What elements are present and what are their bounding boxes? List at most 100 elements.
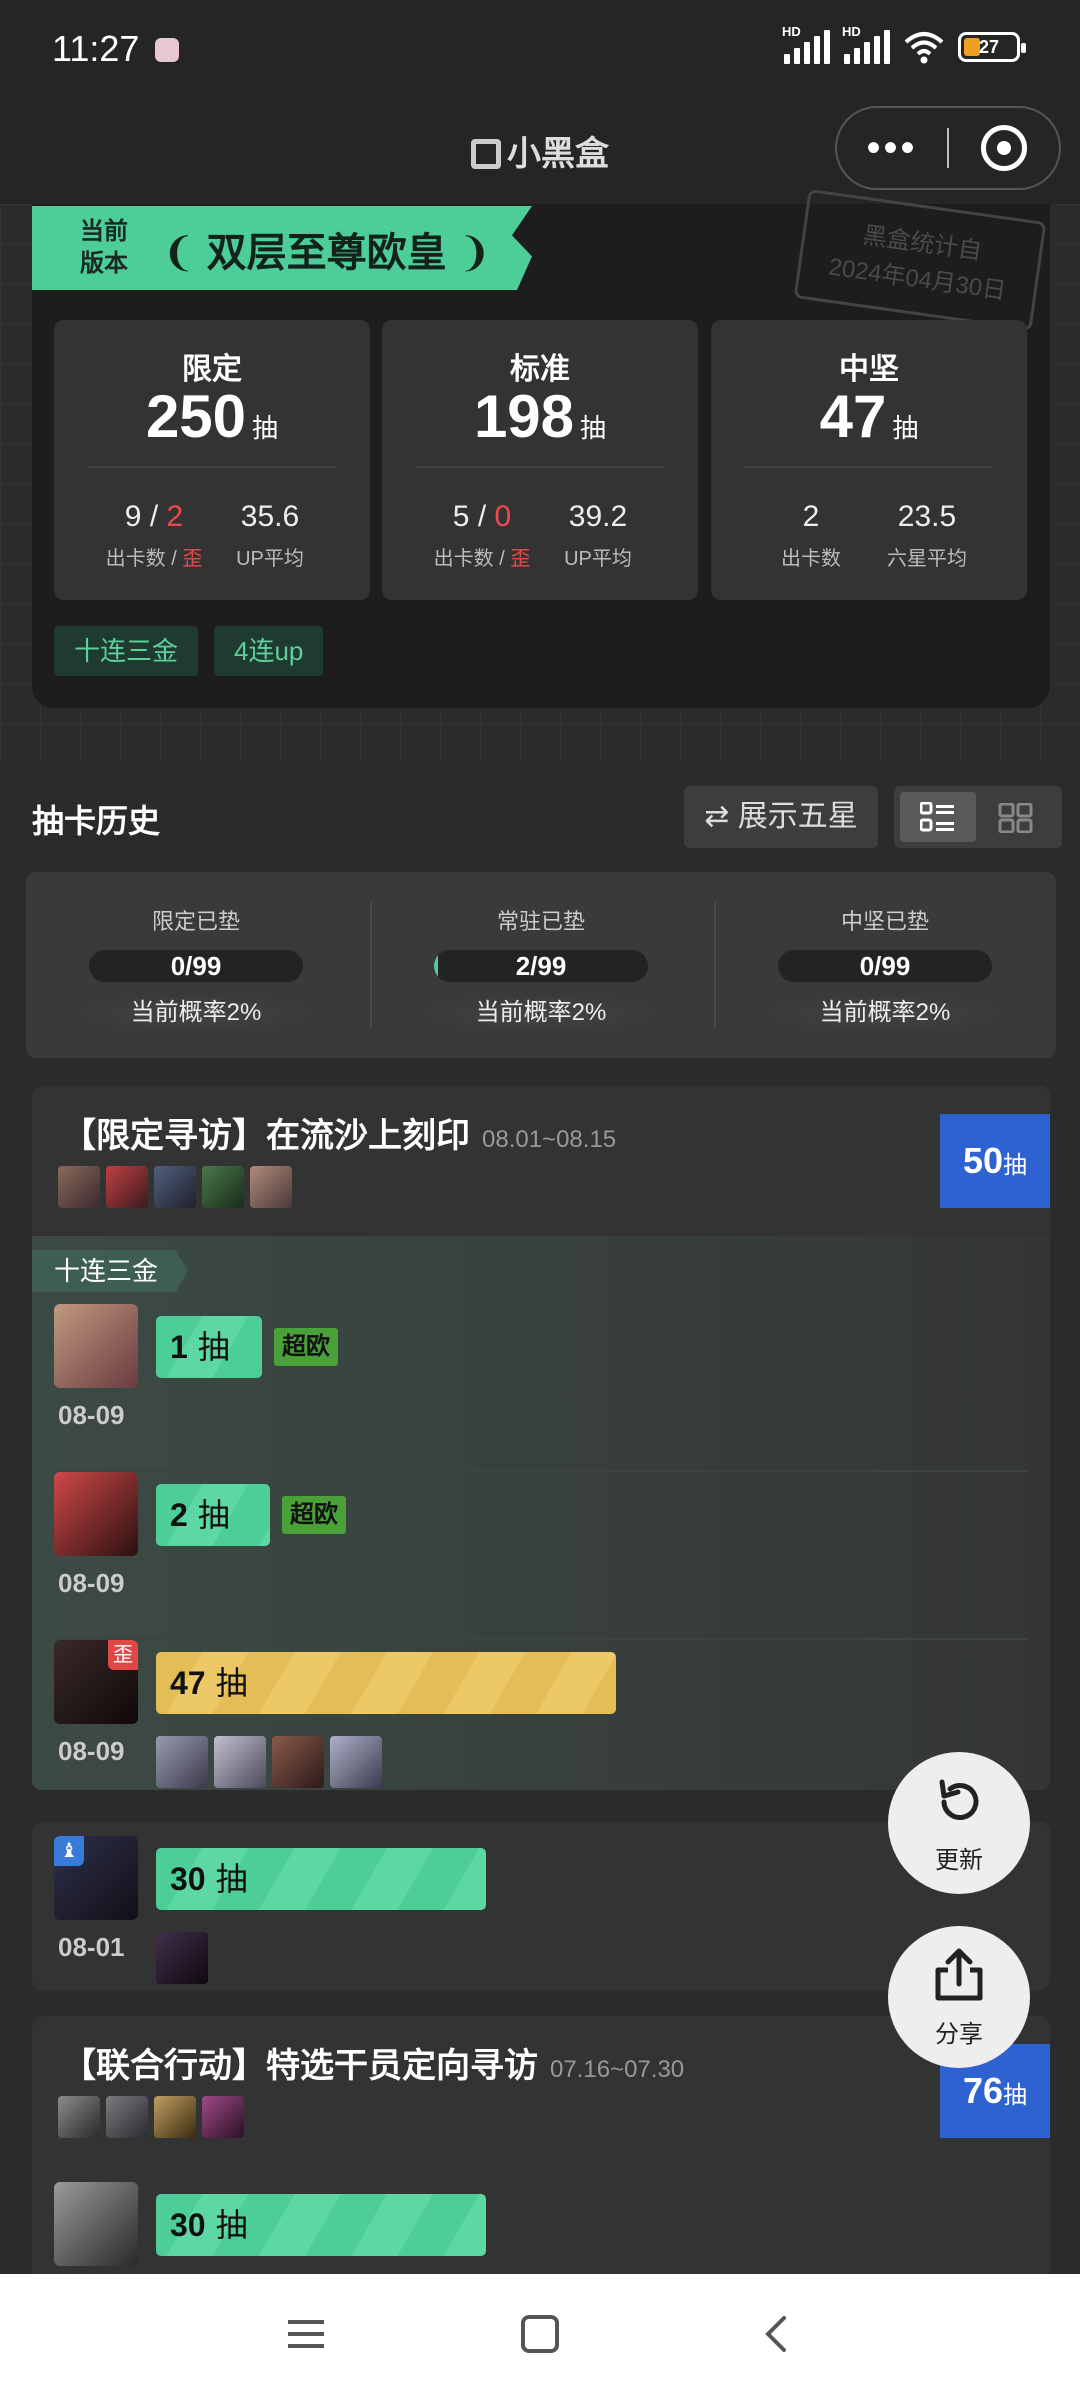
xiaoheihe-logo-icon: [471, 139, 501, 169]
pull-count: 47: [170, 1665, 206, 1701]
close-button[interactable]: [949, 125, 1059, 171]
more-button[interactable]: •••: [837, 128, 947, 168]
stat-six-star-average: 23.5 六星平均: [867, 500, 987, 571]
operator-avatar: [58, 2096, 100, 2138]
pull-row[interactable]: 30 抽: [54, 2182, 1028, 2274]
pity-probability: 当前概率2%: [765, 994, 1005, 1032]
stat-card-kernel: 中坚 47 抽 2 出卡数 23.5 六星平均: [711, 320, 1027, 600]
banner-pulls: 十连三金 08-09 1抽 超欧 08-09 2抽 超欧 歪 08-09 47 抽: [32, 1236, 1050, 1790]
banner-operators: [58, 2096, 244, 2138]
pull-unit: 抽: [215, 1861, 248, 1897]
pity-value: 2/99: [515, 951, 567, 981]
banner-card[interactable]: 【联合行动】特选干员定向寻访 07.16~07.30 76抽 30 抽: [32, 2016, 1050, 2274]
off-banner-count: 2: [166, 500, 184, 533]
pull-date: 08-09: [58, 1736, 125, 1766]
pull-row[interactable]: 08-09 1抽 超欧: [54, 1304, 1028, 1472]
divider: [88, 466, 336, 468]
pull-bar: 47 抽: [156, 1652, 616, 1714]
pity-label: 中坚已垫: [840, 909, 929, 934]
stat-card-limited: 限定 250 抽 9 / 2 出卡数 / 歪 35.6 UP平均: [54, 320, 370, 600]
stat-up-average: 39.2 UP平均: [538, 500, 658, 571]
banner-operators: [58, 1166, 292, 1208]
up-average-value: 39.2: [568, 500, 628, 533]
show-five-star-button[interactable]: ⇄ 展示五星: [684, 786, 878, 848]
lucky-badge: 超欧: [282, 1496, 346, 1534]
grid-view-icon[interactable]: [998, 803, 1034, 833]
signal-icon-2: HD: [842, 24, 890, 64]
version-label-line1: 当前: [80, 218, 128, 245]
stat-up-average: 35.6 UP平均: [210, 500, 330, 571]
capsule-menu: •••: [835, 106, 1061, 190]
operator-avatar: [154, 2096, 196, 2138]
off-banner-label: 歪: [182, 548, 203, 570]
pity-progress: 2/99: [434, 950, 648, 982]
operator-portrait: [54, 1304, 138, 1388]
laurel-right-icon: ❩: [457, 231, 492, 275]
home-icon[interactable]: [520, 2314, 560, 2354]
signal-icon-1: HD: [782, 24, 830, 64]
stat-card-standard: 标准 198 抽 5 / 0 出卡数 / 歪 39.2 UP平均: [382, 320, 698, 600]
view-toggle: [894, 786, 1062, 848]
operator-avatar: [156, 1736, 208, 1788]
stat-cards-count: 9 / 2 出卡数 / 歪: [94, 500, 214, 571]
up-average-value: 35.6: [240, 500, 300, 533]
nav-title-text: 小黑盒: [507, 135, 609, 173]
banner-date: 07.16~07.30: [550, 2056, 685, 2083]
share-button[interactable]: 分享: [888, 1926, 1030, 2068]
pull-row[interactable]: ♝ 08-01 30 抽: [54, 1836, 1028, 1990]
menu-icon[interactable]: [286, 2314, 326, 2354]
pull-unit: 抽: [215, 1665, 248, 1701]
five-star-avatars: [156, 1932, 208, 1984]
pity-progress: 0/99: [778, 950, 992, 982]
pull-bar: 1抽: [156, 1316, 262, 1378]
operator-portrait: [54, 2182, 138, 2266]
list-view-button[interactable]: [900, 792, 976, 842]
banner-count-value: 76: [962, 2070, 1004, 2111]
back-icon[interactable]: [756, 2314, 796, 2354]
refresh-button[interactable]: 更新: [888, 1752, 1030, 1894]
pull-bar: 30 抽: [156, 1848, 486, 1910]
divider: [745, 466, 993, 468]
operator-avatar: [202, 2096, 244, 2138]
battery-level: 27: [978, 36, 1000, 57]
banner-count-value: 50: [962, 1140, 1004, 1181]
operator-avatar: [156, 1932, 208, 1984]
pity-label: 限定已垫: [151, 909, 240, 934]
pull-count: 30: [170, 1861, 206, 1897]
status-time: 11:27: [52, 28, 140, 69]
achievement-tag[interactable]: 十连三金: [54, 626, 199, 676]
cards-count: 2: [802, 500, 820, 533]
divider: [416, 466, 664, 468]
pull-count: 2: [170, 1497, 188, 1533]
six-star-average-value: 23.5: [897, 500, 957, 533]
operator-avatar: [154, 1166, 196, 1208]
operator-avatar: [106, 2096, 148, 2138]
pity-panel: 限定已垫 0/99 当前概率2% 常驻已垫 2/99 当前概率2% 中坚已垫 0…: [26, 872, 1056, 1058]
cards-count: 9 /: [124, 500, 167, 533]
pull-unit: 抽: [197, 1497, 230, 1533]
five-star-avatars: [156, 1736, 382, 1788]
cards-count-label: 出卡数 /: [433, 548, 511, 570]
pity-probability: 当前概率2%: [76, 994, 316, 1032]
operator-avatar: [250, 1166, 292, 1208]
banner-date: 08.01~08.15: [482, 1126, 617, 1153]
stat-pulls-value: 250: [145, 383, 247, 450]
pull-unit: 抽: [197, 1329, 230, 1365]
off-banner-badge: 歪: [108, 1640, 138, 1670]
operator-avatar: [214, 1736, 266, 1788]
banner-title-text: 【限定寻访】在流沙上刻印: [62, 1117, 470, 1155]
pity-progress: 0/99: [89, 950, 303, 982]
cards-count-label: 出卡数: [781, 548, 841, 570]
operator-avatar: [106, 1166, 148, 1208]
battery-icon: 27: [958, 32, 1026, 62]
lucky-badge: 超欧: [274, 1328, 338, 1366]
banner-count-unit: 抽: [1003, 2082, 1028, 2109]
version-label-line2: 版本: [80, 250, 128, 277]
pull-row[interactable]: 08-09 2抽 超欧: [54, 1472, 1028, 1640]
pull-date: 08-01: [58, 1932, 125, 1962]
achievement-tag[interactable]: 4连up: [214, 626, 324, 676]
pull-row[interactable]: 歪 08-09 47 抽: [54, 1640, 1028, 1790]
banner-card[interactable]: 【限定寻访】在流沙上刻印 08.01~08.15 50 抽 十连三金 08-09 1…: [32, 1086, 1050, 1790]
list-icon: [920, 802, 954, 832]
wifi-icon: [904, 32, 944, 64]
